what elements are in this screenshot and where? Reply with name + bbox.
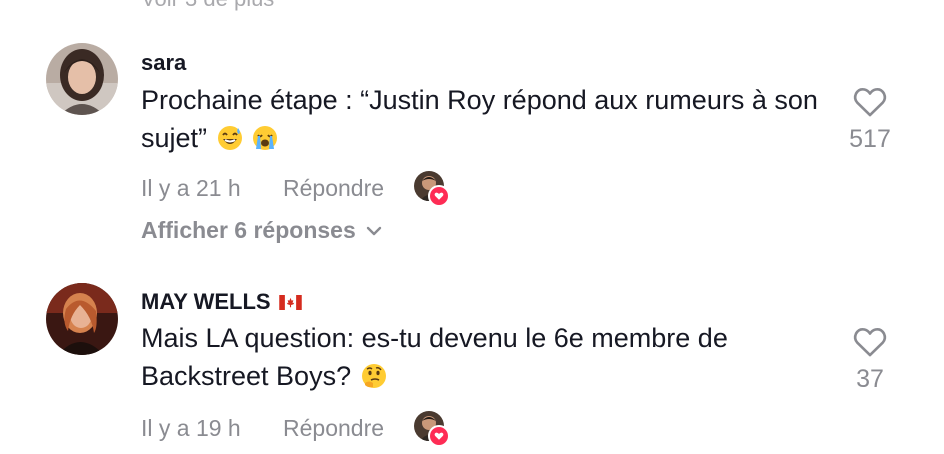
heart-outline-icon[interactable] <box>852 326 888 358</box>
username-text[interactable]: sara <box>141 50 186 76</box>
heart-outline-icon[interactable] <box>852 86 888 118</box>
crying-face-emoji <box>252 123 278 161</box>
avatar[interactable] <box>46 43 118 115</box>
comment-username[interactable]: sara <box>141 50 186 76</box>
creator-liked-badge <box>414 411 451 447</box>
comment-body: Prochaine étape : “Justin Roy répond aux… <box>141 85 818 153</box>
sweat-smile-emoji <box>217 123 243 161</box>
like-count: 37 <box>856 365 884 393</box>
comment-text: Mais LA question: es-tu devenu le 6e mem… <box>141 319 821 399</box>
comment-meta: Il y a 19 h Répondre <box>141 411 451 447</box>
heart-badge-icon <box>428 425 451 447</box>
reply-button[interactable]: Répondre <box>283 415 384 442</box>
comment-time: Il y a 19 h <box>141 414 241 441</box>
creator-liked-badge <box>414 171 451 207</box>
chevron-down-icon[interactable] <box>366 226 382 236</box>
comment-meta: Il y a 21 h Répondre <box>141 171 451 207</box>
like-button[interactable]: 37 <box>844 326 896 394</box>
reply-button[interactable]: Répondre <box>283 175 384 202</box>
avatar[interactable] <box>46 283 118 355</box>
view-replies-button[interactable]: Afficher 6 réponses <box>141 217 382 244</box>
username-text[interactable]: MAY WELLS <box>141 289 271 315</box>
comment-username[interactable]: MAY WELLS <box>141 289 302 315</box>
comment-time: Il y a 21 h <box>141 174 241 201</box>
like-button[interactable]: 517 <box>844 86 896 154</box>
view-replies-label[interactable]: Afficher 6 réponses <box>141 217 356 244</box>
canada-flag-icon <box>278 294 302 310</box>
thinking-face-emoji <box>361 361 387 399</box>
heart-badge-icon <box>428 185 451 207</box>
comment-text: Prochaine étape : “Justin Roy répond aux… <box>141 81 821 161</box>
comment-body: Mais LA question: es-tu devenu le 6e mem… <box>141 323 728 391</box>
like-count: 517 <box>849 125 891 153</box>
previous-more-replies-link[interactable]: Voir 3 de plus <box>141 0 274 12</box>
